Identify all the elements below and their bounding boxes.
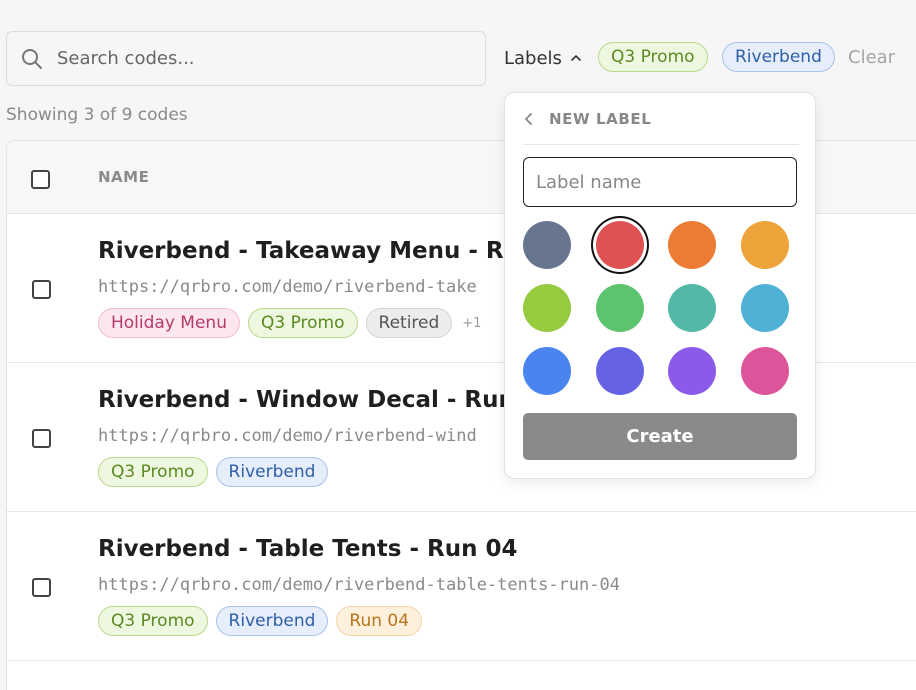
active-filter-chip-riverbend[interactable]: Riverbend (722, 42, 835, 72)
color-swatch-grid (523, 221, 789, 397)
chevron-left-icon (525, 112, 532, 125)
row-checkbox[interactable] (32, 578, 51, 597)
back-button[interactable] (523, 112, 535, 126)
color-swatch[interactable] (740, 221, 789, 269)
label-name-input[interactable] (523, 157, 797, 207)
results-count: Showing 3 of 9 codes (6, 105, 188, 125)
table-row[interactable]: Riverbend - Table Tents - Run 04 https:/… (7, 512, 916, 661)
code-url[interactable]: https://qrbro.com/demo/riverbend-take (98, 277, 477, 297)
color-swatch[interactable] (595, 221, 644, 269)
color-swatch[interactable] (740, 284, 789, 332)
labels-filter-label: Labels (504, 47, 562, 69)
code-title[interactable]: Riverbend - Table Tents - Run 04 (98, 536, 518, 562)
clear-filters-link[interactable]: Clear (848, 47, 895, 68)
color-swatch[interactable] (595, 347, 644, 395)
active-filter-chip-q3-promo[interactable]: Q3 Promo (598, 42, 708, 72)
tag-chip: Q3 Promo (98, 606, 208, 636)
more-tags-count[interactable]: +1 (462, 316, 481, 331)
create-label-button[interactable]: Create (523, 413, 797, 460)
color-swatch[interactable] (523, 284, 571, 332)
code-url[interactable]: https://qrbro.com/demo/riverbend-table-t… (98, 575, 620, 595)
select-all-checkbox[interactable] (31, 170, 50, 189)
tag-chip: Holiday Menu (98, 308, 240, 338)
tag-chip: Run 04 (336, 606, 423, 636)
labels-filter-toggle[interactable]: Labels (504, 45, 582, 71)
color-swatch[interactable] (523, 221, 571, 269)
tag-chip: Q3 Promo (247, 308, 358, 338)
code-title[interactable]: Riverbend - Window Decal - Run 02 (98, 387, 555, 413)
color-swatch[interactable] (740, 347, 789, 395)
code-url[interactable]: https://qrbro.com/demo/riverbend-wind (98, 426, 477, 446)
new-label-popover: NEW LABEL Create (504, 92, 816, 479)
popover-header: NEW LABEL (523, 107, 799, 145)
tag-chip: Retired (365, 308, 453, 338)
code-title[interactable]: Riverbend - Takeaway Menu - Run 0 (98, 238, 560, 264)
row-checkbox[interactable] (32, 280, 51, 299)
popover-title: NEW LABEL (549, 109, 652, 128)
search-input[interactable] (57, 48, 457, 69)
tag-chip: Q3 Promo (98, 457, 208, 487)
color-swatch[interactable] (523, 347, 571, 395)
column-header-name[interactable]: NAME (98, 168, 149, 186)
search-box[interactable] (6, 31, 486, 86)
search-icon (22, 48, 42, 69)
color-swatch[interactable] (668, 284, 716, 332)
tag-chip: Riverbend (215, 606, 329, 636)
tag-chip: Riverbend (215, 457, 329, 487)
color-swatch[interactable] (668, 221, 716, 269)
color-swatch[interactable] (595, 284, 644, 332)
color-swatch[interactable] (668, 347, 716, 395)
chevron-up-icon (571, 55, 581, 61)
row-checkbox[interactable] (32, 429, 51, 448)
